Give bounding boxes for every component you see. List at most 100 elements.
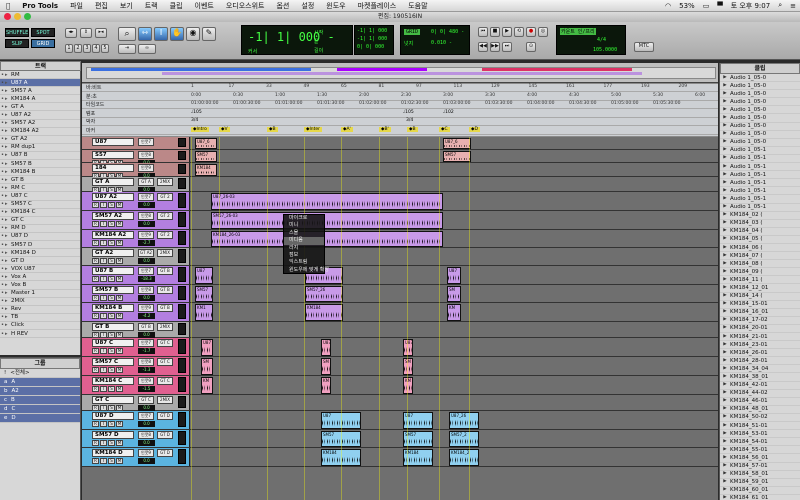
track-row[interactable]: GT A2 GT A2 2MIX R I S M 0.0 [82, 248, 718, 266]
battery-status[interactable]: 53% [679, 2, 695, 10]
track-input-selector[interactable]: 인풋9 [138, 164, 154, 173]
audio-clip[interactable]: KM [321, 376, 331, 394]
track-volume[interactable]: 0.0 [138, 294, 155, 301]
menu-item[interactable]: 미니 [284, 222, 324, 229]
grid-nudge-display[interactable]: GRID 0| 0| 480 - 넛지 0.010 - [400, 25, 470, 55]
disclosure-triangle-icon[interactable]: ▶ [720, 430, 730, 438]
disclosure-triangle-icon[interactable]: ▶ [720, 446, 730, 454]
track-header[interactable]: U87 B 인풋7 GT B R I S M -18.3 [82, 265, 190, 284]
tempo-marker[interactable]: ♩102 [443, 110, 454, 115]
track-list-item[interactable]: • ▸ U87 D [0, 233, 80, 241]
ruler-row[interactable]: 템포 [82, 110, 718, 118]
audio-clip[interactable]: U87_6 [443, 138, 471, 149]
track-volume[interactable]: -2.7 [138, 239, 155, 246]
disclosure-triangle-icon[interactable]: ▶ [720, 179, 730, 187]
audio-clip[interactable]: SM57 [195, 150, 217, 163]
track-output-selector[interactable]: GT D [157, 449, 173, 458]
track-output-selector[interactable]: GT C [157, 358, 173, 366]
track-r-button[interactable]: R [92, 220, 99, 227]
track-header[interactable]: SM57 D 인풋8 GT D R I S M 0.0 [82, 429, 190, 448]
track-output-selector[interactable]: GT C [157, 339, 173, 348]
track-list-item[interactable]: • ▸ SM57 C [0, 201, 80, 209]
track-row[interactable]: 184 인풋9 R I S M 0.0 [82, 163, 718, 180]
track-list-item[interactable]: • ▸ KM184 D [0, 249, 80, 258]
disclosure-triangle-icon[interactable]: ▶ [720, 397, 730, 405]
track-name[interactable]: KM184 B [92, 304, 134, 313]
zoom-icon[interactable] [24, 13, 31, 20]
track-lane[interactable] [191, 177, 718, 191]
disclosure-triangle-icon[interactable]: ▶ [720, 300, 730, 308]
zoom-preset-4[interactable]: 4 [92, 44, 100, 53]
minimize-icon[interactable] [14, 13, 21, 20]
audio-clip[interactable]: SM57_26 [305, 285, 343, 303]
menu-view[interactable]: 보기 [114, 1, 139, 11]
group-item[interactable]: dC [0, 405, 80, 414]
track-list-item[interactable]: • ▸ KM184 C [0, 209, 80, 217]
track-output-selector[interactable]: GT 2 [157, 230, 173, 239]
disclosure-triangle-icon[interactable]: ▶ [720, 462, 730, 470]
zoom-out-icon[interactable]: ◂▸ [65, 28, 77, 38]
track-s-button[interactable]: S [108, 332, 115, 338]
track-output-selector[interactable]: GT 2 [157, 193, 173, 201]
disclosure-triangle-icon[interactable]: ▶ [720, 252, 730, 260]
menu-file[interactable]: 파일 [64, 1, 89, 11]
audio-clip[interactable]: KM184_2 [449, 449, 479, 466]
track-row[interactable]: KM184 D 인풋9 GT D R I S M 0.0 [82, 448, 718, 467]
menu-clip[interactable]: 클립 [164, 1, 189, 11]
disclosure-triangle-icon[interactable]: ▶ [720, 98, 730, 106]
audio-clip[interactable]: U87_26 [449, 411, 479, 429]
track-name[interactable]: U87 [92, 138, 134, 146]
disclosure-triangle-icon[interactable]: ▶ [720, 365, 730, 373]
audio-clip[interactable]: KM184_26-03 [211, 230, 443, 248]
track-output-selector[interactable]: GT B [157, 285, 173, 294]
disclosure-triangle-icon[interactable]: ▶ [720, 438, 730, 446]
track-name[interactable]: S57 [92, 150, 134, 159]
track-s-button[interactable]: S [108, 239, 115, 246]
disclosure-triangle-icon[interactable]: ▶ [720, 284, 730, 292]
track-header[interactable]: SM57 A2 인풋8 GT 2 R I S M 0.0 [82, 210, 190, 229]
track-list-item[interactable]: • ▸ GT D [0, 257, 80, 266]
disclosure-triangle-icon[interactable]: ▶ [720, 422, 730, 430]
track-r-button[interactable]: R [92, 239, 99, 246]
disclosure-triangle-icon[interactable]: ▶ [720, 454, 730, 462]
track-input-selector[interactable]: GT C [138, 395, 154, 404]
track-volume[interactable]: 0.0 [138, 404, 155, 411]
clip-list-item[interactable]: ▶ KM184_61_01 [720, 495, 800, 500]
track-i-button[interactable]: I [100, 202, 107, 208]
track-lane[interactable] [191, 322, 718, 337]
track-input-selector[interactable]: 인풋8 [138, 285, 154, 294]
track-row[interactable]: S57 인풋8 R I S M 0.0 [82, 149, 718, 166]
selection-display[interactable]: -1| 1| 000 -1| 1| 000 0| 0| 000 [354, 25, 394, 55]
zoom-preset-1[interactable]: 1 [65, 44, 73, 53]
track-m-button[interactable]: M [116, 420, 123, 427]
disclosure-triangle-icon[interactable]: ▶ [720, 308, 730, 316]
track-i-button[interactable]: I [100, 439, 107, 446]
track-s-button[interactable]: S [108, 220, 115, 227]
track-input-selector[interactable]: 인풋7 [138, 339, 154, 348]
track-list-item[interactable]: • ▸ GT C [0, 217, 80, 225]
meter-value[interactable]: 4/4 [597, 37, 606, 43]
track-list-item[interactable]: • ▸ SM57 D [0, 241, 80, 250]
marker[interactable]: ◆V [219, 127, 230, 132]
track-output-selector[interactable]: GT D [157, 411, 173, 420]
audio-clip[interactable]: KM1 [195, 304, 213, 321]
track-lane[interactable] [191, 376, 718, 394]
track-i-button[interactable]: I [100, 420, 107, 427]
track-volume[interactable]: 0.0 [138, 220, 155, 227]
disclosure-triangle-icon[interactable]: ▶ [720, 122, 730, 130]
track-name[interactable]: SM57 C [92, 358, 134, 366]
track-volume[interactable]: -18.3 [138, 275, 155, 282]
disclosure-triangle-icon[interactable]: ▶ [720, 268, 730, 276]
nudge-value[interactable]: 0.010 - [431, 40, 452, 46]
track-volume[interactable]: -1.7 [138, 348, 155, 355]
track-name[interactable]: SM57 A2 [92, 211, 134, 220]
track-input-selector[interactable]: 인풋9 [138, 230, 154, 239]
shuffle-mode-button[interactable]: SHUFFLE [5, 28, 29, 37]
track-m-button[interactable]: M [116, 294, 123, 301]
track-output-selector[interactable]: GT B [157, 266, 173, 275]
midi-merge-icon[interactable]: MTC [634, 42, 654, 52]
track-r-button[interactable]: R [92, 404, 99, 411]
grid-value[interactable]: 0| 0| 480 - [431, 29, 464, 35]
track-r-button[interactable]: R [92, 294, 99, 301]
track-list-item[interactable]: • ▸ RM D [0, 225, 80, 233]
